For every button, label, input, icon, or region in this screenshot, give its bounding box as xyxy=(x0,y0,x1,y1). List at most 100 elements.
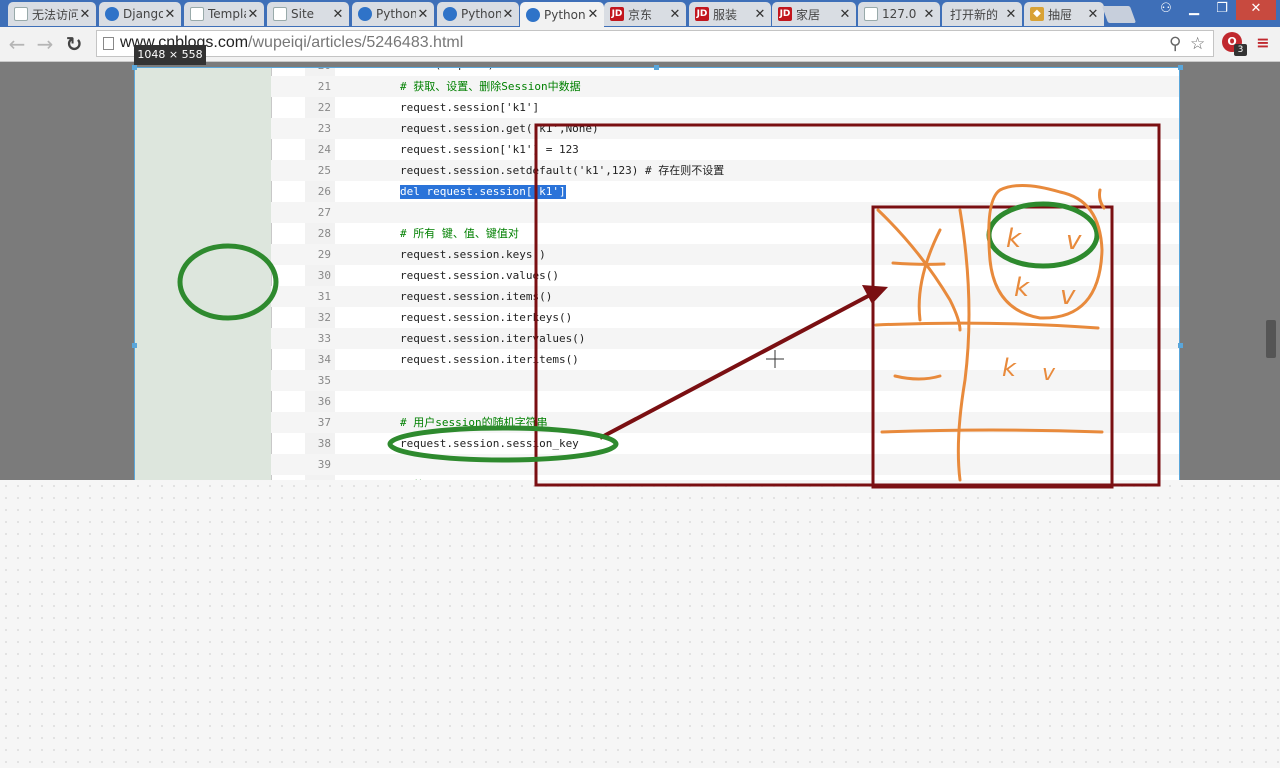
extension-badge: 3 xyxy=(1234,44,1247,56)
tab-1[interactable]: Django ✕ xyxy=(99,2,181,26)
forward-icon[interactable]: → xyxy=(33,32,57,56)
close-icon[interactable]: ✕ xyxy=(586,7,600,22)
globe-icon xyxy=(443,7,457,21)
window-close-icon[interactable]: ✕ xyxy=(1236,0,1276,20)
line-number: 24 xyxy=(317,143,331,156)
minimize-icon[interactable]: ▁ xyxy=(1180,0,1208,20)
tab-title: Python xyxy=(376,7,416,21)
code-line[interactable]: request.session.setdefault('k1',123) # 存… xyxy=(400,160,724,181)
code-line[interactable]: # 用户session的随机字符串 xyxy=(400,412,548,433)
close-icon[interactable]: ✕ xyxy=(922,7,936,22)
tab-title: 无法访问 xyxy=(32,7,78,22)
code-line[interactable]: request.session.items() xyxy=(400,286,552,307)
page-viewport: def index(request): 20 21 # 获取、设置、删除Session… xyxy=(0,62,1280,480)
jd-icon: JD xyxy=(778,7,792,21)
tab-2[interactable]: Template✕ xyxy=(184,2,264,26)
new-tab-button[interactable] xyxy=(1101,6,1137,23)
page-icon xyxy=(190,7,204,21)
globe-icon xyxy=(358,7,372,21)
close-icon[interactable]: ✕ xyxy=(416,7,430,22)
line-number: 36 xyxy=(317,395,331,408)
close-icon[interactable]: ✕ xyxy=(331,7,345,22)
close-icon[interactable]: ✕ xyxy=(246,7,260,22)
resize-handle[interactable] xyxy=(1178,343,1183,348)
code-line[interactable]: request.session.itervalues() xyxy=(400,328,585,349)
game-icon: ◆ xyxy=(1030,7,1044,21)
code-row xyxy=(271,202,1179,223)
line-number: 26 xyxy=(317,185,331,198)
code-row xyxy=(271,370,1179,391)
tab-6-active[interactable]: Python ✕ xyxy=(520,2,604,27)
tab-title: Django xyxy=(123,7,163,21)
jd-icon: JD xyxy=(695,7,709,21)
scrollbar-thumb[interactable] xyxy=(1266,320,1276,358)
tab-title: 127.0 xyxy=(882,7,917,21)
code-line[interactable]: request.session.values() xyxy=(400,265,559,286)
line-number: 35 xyxy=(317,374,331,387)
tab-4[interactable]: Python ✕ xyxy=(352,2,434,26)
tab-title: Template xyxy=(208,7,246,21)
capture-size-label: 1048 × 558 xyxy=(134,45,206,65)
back-icon[interactable]: ← xyxy=(5,32,29,56)
resize-handle[interactable] xyxy=(132,343,137,348)
close-icon[interactable]: ✕ xyxy=(753,7,767,22)
close-icon[interactable]: ✕ xyxy=(1086,7,1100,22)
tab-title: Python xyxy=(544,7,586,22)
tab-8[interactable]: JD 服装 ✕ xyxy=(689,2,771,26)
code-line[interactable]: request.session.session_key xyxy=(400,433,579,454)
close-icon[interactable]: ✕ xyxy=(78,7,92,22)
line-number: 21 xyxy=(317,80,331,93)
menu-icon[interactable]: ≡ xyxy=(1254,34,1272,52)
line-number: 33 xyxy=(317,332,331,345)
close-icon[interactable]: ✕ xyxy=(163,7,177,22)
close-icon[interactable]: ✕ xyxy=(838,7,852,22)
tab-title: 打开新的 xyxy=(950,7,999,22)
jd-icon: JD xyxy=(610,7,624,21)
code-line[interactable]: # 所有 键、值、键值对 xyxy=(400,223,519,244)
tab-10[interactable]: 127.0 ✕ xyxy=(858,2,940,26)
line-number: 23 xyxy=(317,122,331,135)
line-number: 39 xyxy=(317,458,331,471)
close-icon[interactable]: ✕ xyxy=(501,7,515,22)
scrollbar[interactable] xyxy=(1264,62,1280,480)
left-column xyxy=(135,68,272,480)
close-icon[interactable]: ✕ xyxy=(668,7,682,22)
url-path: /wupeiqi/articles/5246483.html xyxy=(248,34,464,51)
tab-title: 服装 xyxy=(713,7,738,22)
line-number: 38 xyxy=(317,437,331,450)
capture-region[interactable]: def index(request): 20 21 # 获取、设置、删除Session… xyxy=(134,67,1180,480)
tab-9[interactable]: JD 家居 ✕ xyxy=(772,2,856,26)
code-line[interactable]: request.session.iterkeys() xyxy=(400,307,572,328)
tab-12[interactable]: ◆ 抽屉 ✕ xyxy=(1024,2,1104,26)
tab-5[interactable]: Python ✕ xyxy=(437,2,519,26)
restore-icon[interactable]: ❐ xyxy=(1208,0,1236,20)
user-icon[interactable]: ⚇ xyxy=(1152,0,1180,20)
line-number: 34 xyxy=(317,353,331,366)
address-bar[interactable]: www.cnblogs.com/wupeiqi/articles/5246483… xyxy=(96,30,1214,57)
reload-icon[interactable]: ↻ xyxy=(62,32,86,56)
tab-11[interactable]: 打开新的 ✕ xyxy=(942,2,1022,26)
line-number: 28 xyxy=(317,227,331,240)
page-icon xyxy=(14,7,28,21)
line-number: 25 xyxy=(317,164,331,177)
code-line-selected[interactable]: del request.session['k1'] xyxy=(400,185,566,199)
line-number: 27 xyxy=(317,206,331,219)
tab-3[interactable]: Site ✕ xyxy=(267,2,349,26)
close-icon[interactable]: ✕ xyxy=(1004,7,1018,22)
code-line[interactable]: request.session['k1'] xyxy=(400,97,539,118)
page-icon xyxy=(103,37,114,50)
resize-handle[interactable] xyxy=(654,65,659,70)
tab-7[interactable]: JD 京东 ✕ xyxy=(604,2,686,26)
search-icon[interactable]: ⚲ xyxy=(1169,34,1181,54)
resize-handle[interactable] xyxy=(132,65,137,70)
resize-handle[interactable] xyxy=(1178,65,1183,70)
line-number: 31 xyxy=(317,290,331,303)
code-line[interactable]: request.session.get('k1',None) xyxy=(400,118,599,139)
tab-0[interactable]: 无法访问 ✕ xyxy=(8,2,96,26)
code-line[interactable]: # 获取、设置、删除Session中数据 xyxy=(400,76,581,97)
code-line[interactable]: request.session['k1'] = 123 xyxy=(400,139,579,160)
star-icon[interactable]: ☆ xyxy=(1190,34,1205,54)
line-number: 29 xyxy=(317,248,331,261)
code-line[interactable]: request.session.keys() xyxy=(400,244,546,265)
code-line[interactable]: request.session.iteritems() xyxy=(400,349,579,370)
